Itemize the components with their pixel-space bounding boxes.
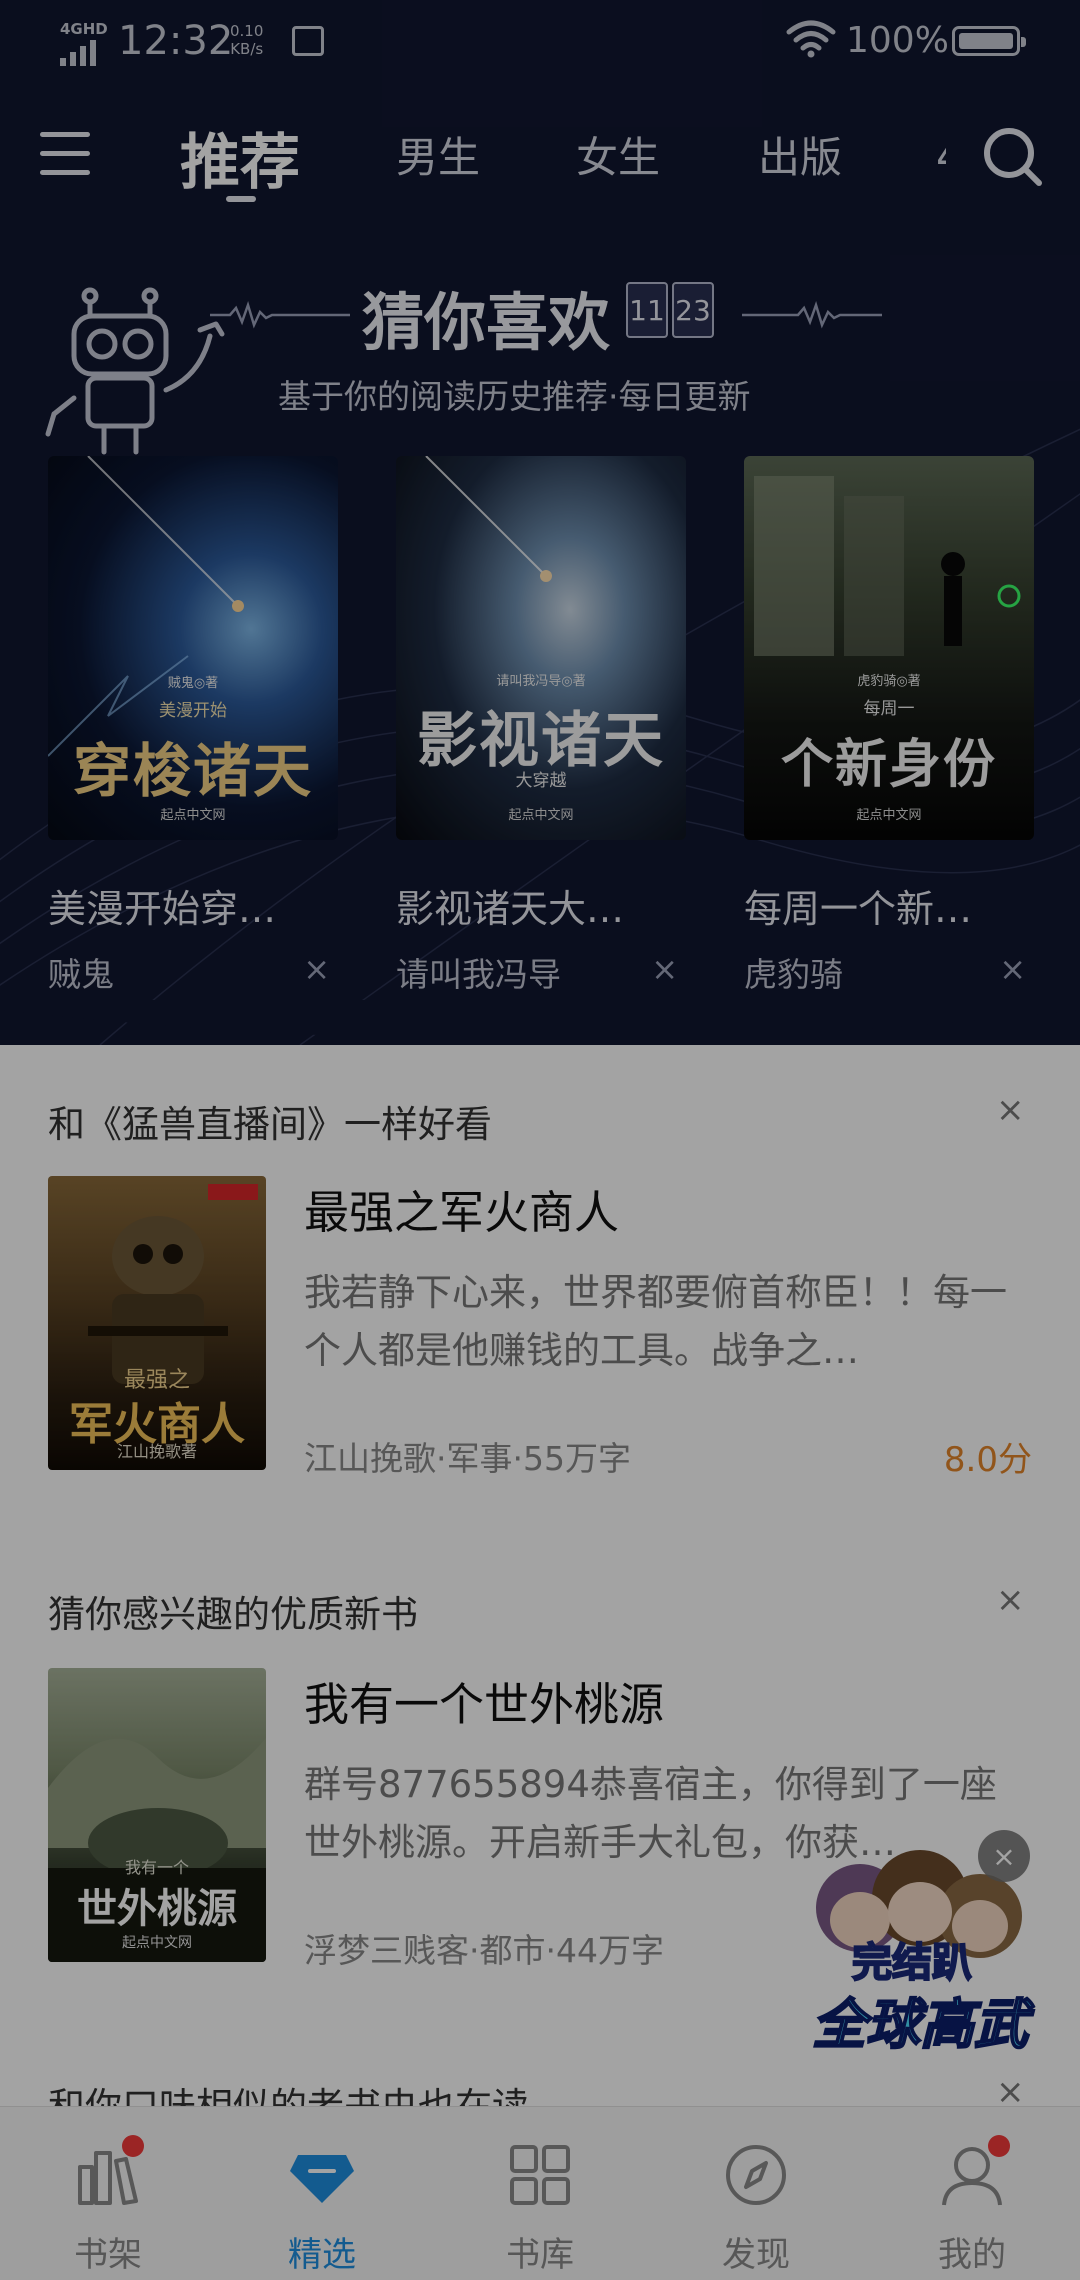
promo-close-icon[interactable]: × [978,1830,1030,1882]
dismiss-close-icon[interactable]: × [996,1580,1025,1620]
network-type: 4GHD [60,20,108,38]
sim-icon [292,26,324,56]
guess-you-like-subtitle: 基于你的阅读历史推荐·每日更新 [278,377,751,416]
nav-profile[interactable]: 我的 [912,2141,1032,2275]
diamond-icon [290,2155,354,2203]
tab-female[interactable]: 女生 [576,124,660,185]
dismiss-close-icon[interactable]: × [996,1090,1025,1130]
wave-decoration-left [210,300,350,329]
book-title[interactable]: 最强之军火商人 [304,1176,619,1241]
nav-bookshelf[interactable]: 书架 [48,2141,168,2275]
battery-icon [952,26,1026,56]
book-author: 贼鬼 [48,955,114,994]
section-header: 和《猛兽直播间》一样好看 [48,1103,492,1146]
book-meta: 浮梦三贱客·都市·44万字 [304,1931,664,1970]
menu-icon[interactable] [40,132,90,178]
dismiss-close-icon[interactable]: × [303,950,330,988]
book-cover[interactable]: 最强之 军火商人 江山挽歌著 [48,1176,266,1470]
book-cover[interactable]: 贼鬼◎著 美漫开始 穿梭诸天 起点中文网 [48,456,338,840]
daily-date-badge: 11 23 [626,282,714,338]
nav-label: 书库 [506,2235,574,2275]
nav-label: 发现 [722,2235,790,2275]
wifi-icon [786,20,836,58]
book-cover[interactable]: 请叫我冯导◎著 影视诸天 大穿越 起点中文网 [396,456,686,840]
nav-label: 我的 [938,2235,1006,2275]
compass-icon [726,2145,786,2205]
recommend-header-section: 4GHD 12:32 0.10 KB/s 100% 推荐 男生 女生 出版 4 [0,0,1080,1045]
tab-overflow-partial[interactable]: 4 [936,132,946,178]
book-meta: 江山挽歌·军事·55万字 [304,1439,631,1478]
bottom-navigation-bar: 书架 精选 书库 发现 我的 [0,2106,1080,2280]
date-month: 11 [626,282,668,338]
book-list-item[interactable]: 最强之 军火商人 江山挽歌著 最强之军火商人 我若静下心来，世界都要俯首称臣！！… [48,1176,1032,1480]
book-author: 虎豹骑 [744,955,843,994]
nav-discover[interactable]: 发现 [696,2141,816,2275]
notification-dot [122,2135,144,2157]
signal-icon: 4GHD [60,20,108,66]
guess-you-like-title: 猜你喜欢 [362,286,611,359]
book-author: 请叫我冯导 [396,955,561,994]
book-title[interactable]: 美漫开始穿… [48,878,338,933]
book-title[interactable]: 我有一个世外桃源 [304,1668,664,1733]
book-title[interactable]: 影视诸天大… [396,878,686,933]
tab-male[interactable]: 男生 [396,124,480,185]
wave-decoration-right [742,300,882,329]
book-title[interactable]: 每周一个新… [744,878,1034,933]
nav-label: 精选 [288,2235,356,2275]
search-icon[interactable] [982,126,1044,188]
active-tab-indicator [226,196,256,202]
status-bar: 4GHD 12:32 0.10 KB/s 100% [0,0,1080,84]
battery-percent: 100% [846,20,949,61]
date-day: 23 [672,282,714,338]
network-speed: 0.10 KB/s [230,22,264,58]
header-curve-divider [0,1000,1080,1040]
dismiss-close-icon[interactable]: × [999,950,1026,988]
status-time: 12:32 [118,18,234,64]
nav-featured[interactable]: 精选 [262,2141,382,2275]
book-score: 8.0分 [943,1440,1032,1480]
nav-library[interactable]: 书库 [480,2141,600,2275]
tab-recommend[interactable]: 推荐 [180,114,300,201]
channel-tab-bar: 推荐 男生 女生 出版 4 [0,100,1080,210]
nav-label: 书架 [74,2235,142,2275]
tab-publish[interactable]: 出版 [758,124,842,185]
grid-icon [510,2145,570,2205]
book-description: 我若静下心来，世界都要俯首称臣！！每一个人都是他赚钱的工具。战争之… [304,1271,1007,1372]
dismiss-close-icon[interactable]: × [651,950,678,988]
section-header: 猜你感兴趣的优质新书 [48,1593,418,1636]
book-cover[interactable]: 我有一个 世外桃源 起点中文网 [48,1668,266,1962]
promo-text[interactable]: 全球高武 [811,1980,1029,2059]
notification-dot [988,2135,1010,2157]
book-cover[interactable]: 虎豹骑◎著 每周一 个新身份 起点中文网 [744,456,1034,840]
